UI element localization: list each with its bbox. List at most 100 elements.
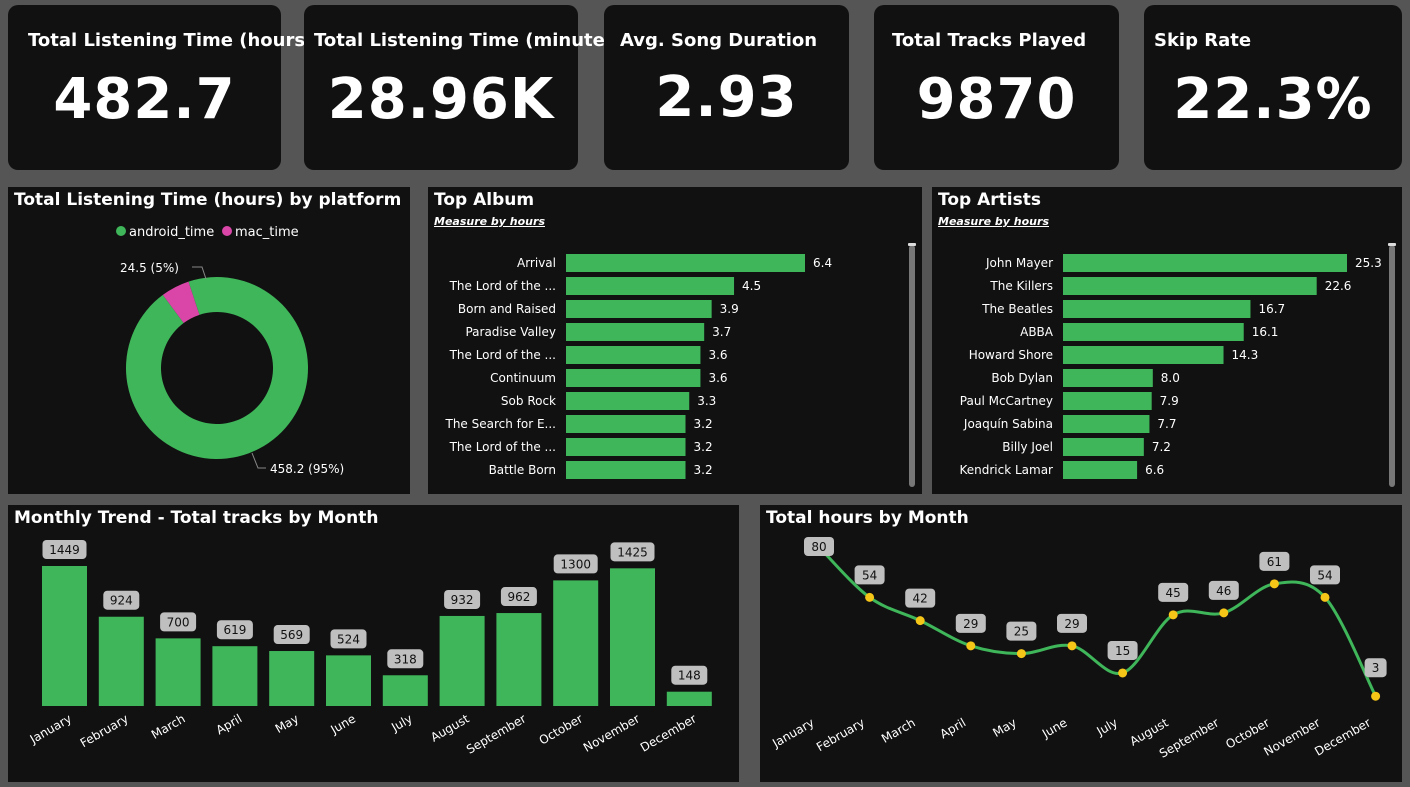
bar [155,638,201,706]
data-label: 569 [280,628,303,642]
data-label: 3 [1372,661,1380,675]
category-label: Paradise Valley [465,325,556,339]
data-label: 14.3 [1232,348,1259,362]
data-label: 29 [1064,617,1079,631]
category-label: The Lord of the ... [449,348,556,362]
x-tick-label: July [1094,715,1121,738]
category-label: The Killers [989,279,1053,293]
data-label: 3.2 [694,417,713,431]
x-tick-label: May [990,715,1018,740]
category-label: Sob Rock [501,394,556,408]
bar [382,675,428,706]
data-label: 8.0 [1161,371,1180,385]
data-label: 3.9 [720,302,739,316]
data-label: 932 [451,593,474,607]
kpi-card-skip-rate: Skip Rate 22.3% [1144,5,1402,170]
x-tick-label: June [1039,715,1070,741]
category-label: The Lord of the ... [449,440,556,454]
data-label: 16.1 [1252,325,1279,339]
bar [566,438,686,456]
leader-line [251,452,266,469]
data-label: 16.7 [1258,302,1285,316]
x-tick-label: September [464,711,528,756]
kpi-value: 9870 [916,67,1077,132]
bar [566,254,805,272]
bar [566,346,701,364]
bar [439,615,485,706]
data-label: 24.5 (5%) [120,261,179,275]
data-label: 46 [1216,584,1231,598]
category-label: Battle Born [489,463,556,477]
data-label: 3.3 [697,394,716,408]
bar [566,323,705,341]
bar [1063,323,1244,341]
x-tick-label: May [273,711,301,736]
data-label: 15 [1115,644,1130,658]
bar [1063,438,1144,456]
category-label: ABBA [1020,325,1054,339]
kpi-title: Total Listening Time (minutes) [314,30,624,51]
data-label: 54 [1317,568,1332,582]
data-label: 924 [110,594,133,608]
artist-bar-chart: John Mayer 25.3 The Killers 22.6 The Beatles… [959,243,1396,487]
category-label: The Lord of the ... [449,279,556,293]
kpi-card-avg-duration: Avg. Song Duration 2.93 [604,5,849,170]
category-label: The Search for E... [444,417,556,431]
monthly-bar-chart: 1449 January 924 February 700 March 619 April 56… [27,540,712,757]
category-label: Joaquín Sabina [963,417,1053,431]
x-tick-label: November [581,711,642,754]
data-point [1118,668,1128,678]
x-tick-label: February [78,711,131,750]
x-tick-label: March [879,715,918,745]
kpi-title: Total Tracks Played [892,30,1087,51]
category-label: Arrival [517,256,556,270]
kpi-title: Total Listening Time (hours) [28,30,314,51]
data-label: 3.6 [708,348,727,362]
bar [326,655,371,706]
legend-marker [116,226,126,236]
data-label: 7.2 [1152,440,1171,454]
bar [1063,369,1153,387]
donut-slice [125,277,309,460]
bar [1063,461,1138,479]
x-tick-label: January [769,715,816,750]
data-point [966,641,976,651]
monthly-line-chart: 80 January 54 February 42 March 29 April 25 May 29… [769,537,1387,761]
bar [1063,254,1347,272]
bar [98,616,144,706]
bar [566,300,712,318]
platform-donut-panel: Total Listening Time (hours) by platform… [8,187,410,494]
data-label: 80 [811,540,826,554]
data-label: 61 [1267,555,1282,569]
data-point [915,616,925,626]
data-point [1320,592,1330,602]
album-bar-chart: Arrival 6.4 The Lord of the ... 4.5 Born and… [444,243,916,487]
legend-label: android_time [129,225,214,240]
data-label: 45 [1166,586,1181,600]
x-tick-label: March [149,711,188,741]
kpi-card-minutes: Total Listening Time (minutes) 28.96K [304,5,624,170]
category-label: Continuum [490,371,556,385]
bar [566,369,701,387]
data-label: 6.6 [1145,463,1164,477]
data-point [1016,649,1026,659]
bar [1063,277,1317,295]
top-album-panel: Top Album Measure by hours Arrival 6.4 The… [428,187,922,494]
x-tick-label: November [1261,715,1322,758]
x-tick-label: June [327,711,358,737]
data-label: 458.2 (95%) [270,462,344,476]
scrollbar-handle [1388,243,1396,246]
top-artists-panel: Top Artists Measure by hours John Mayer 2… [932,187,1402,494]
data-point [1371,691,1381,701]
kpi-title: Avg. Song Duration [620,30,818,51]
x-tick-label: August [428,711,472,744]
data-label: 148 [678,669,701,683]
monthly-hours-panel: Total hours by Month 80 January 54 February… [760,505,1402,782]
series-line [817,545,1377,697]
x-tick-label: February [814,715,867,754]
legend-marker [222,226,232,236]
data-label: 3.6 [708,371,727,385]
data-label: 318 [394,652,417,666]
data-label: 619 [223,623,246,637]
category-label: John Mayer [985,256,1053,270]
